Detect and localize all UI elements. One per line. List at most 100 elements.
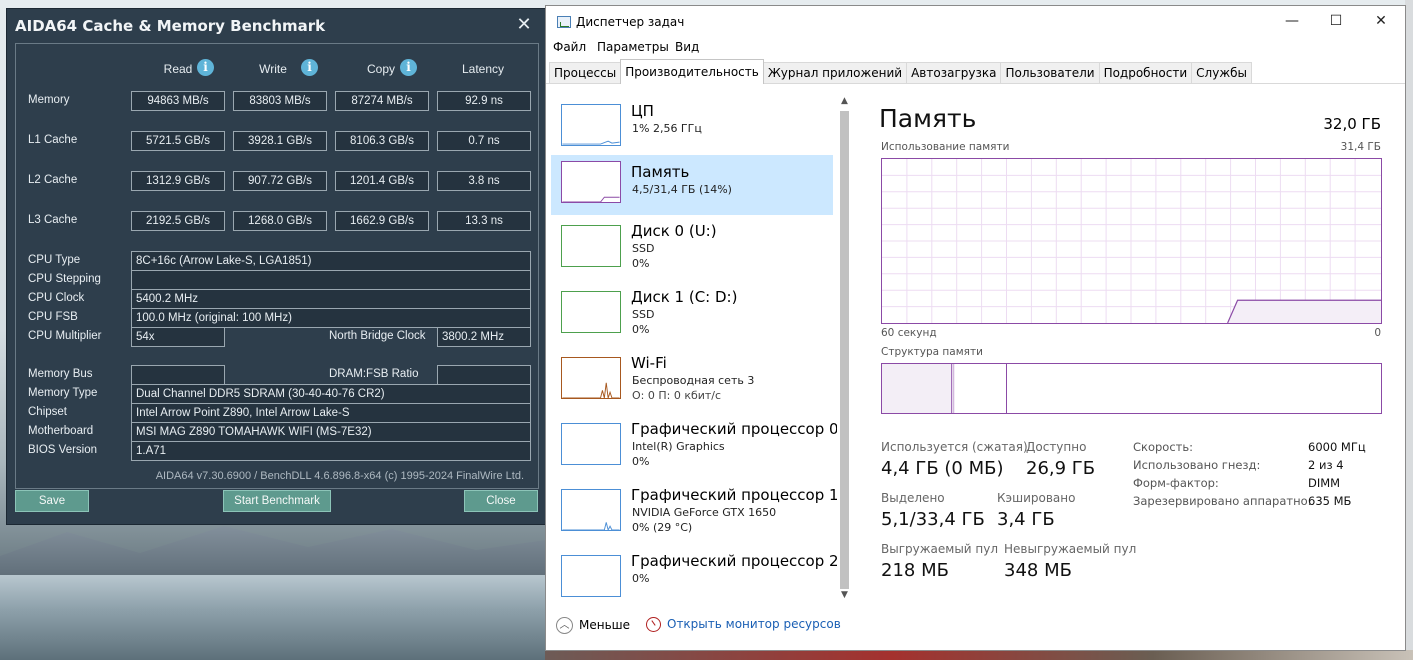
wallpaper-houses <box>545 650 1413 660</box>
read-info-icon[interactable]: i <box>197 59 214 76</box>
l1-read: 5721.5 GB/s <box>131 131 225 151</box>
open-resource-monitor-link[interactable]: Открыть монитор ресурсов <box>646 617 841 632</box>
motherboard-label: Motherboard <box>28 425 94 437</box>
available-value: 26,9 ГБ <box>1026 458 1096 479</box>
paged-pool-value: 218 МБ <box>881 560 949 581</box>
axis-right-label: 0 <box>1374 327 1381 339</box>
sidebar-gpu1-name: Графический процессор 1 <box>631 486 839 504</box>
gpu2-sparkline <box>561 555 621 597</box>
memory-usage-graph <box>881 158 1382 324</box>
spec-speed-value: 6000 МГц <box>1308 440 1366 454</box>
aida64-title: AIDA64 Cache & Memory Benchmark <box>15 17 326 35</box>
sidebar-gpu1-sub1: NVIDIA GeForce GTX 1650 <box>632 506 777 519</box>
col-latency: Latency <box>461 62 505 76</box>
l2-copy: 1201.4 GB/s <box>335 171 429 191</box>
sidebar-wifi-sub1: Беспроводная сеть 3 <box>632 374 755 387</box>
menu-file[interactable]: Файл <box>553 40 586 54</box>
memory-type-value: Dual Channel DDR5 SDRAM (30-40-40-76 CR2… <box>131 384 531 404</box>
memory-latency: 92.9 ns <box>437 91 531 111</box>
l3-read: 2192.5 GB/s <box>131 211 225 231</box>
tab-services[interactable]: Службы <box>1191 62 1253 84</box>
disk0-sparkline <box>561 225 621 267</box>
tab-startup[interactable]: Автозагрузка <box>906 62 1002 84</box>
page-title: Память <box>879 104 977 133</box>
sidebar-gpu1-sub2: 0% (29 °C) <box>632 521 693 534</box>
memory-bus-label: Memory Bus <box>28 368 93 380</box>
maximize-icon[interactable]: ☐ <box>1313 6 1359 36</box>
nb-clock-label: North Bridge Clock <box>329 330 426 342</box>
sidebar-wifi-sub2: О: 0 П: 0 кбит/с <box>632 389 722 402</box>
sidebar-item-gpu2[interactable]: Графический процессор 2 0% <box>551 549 839 599</box>
tab-users[interactable]: Пользователи <box>1000 62 1100 84</box>
disk1-sparkline <box>561 291 621 333</box>
close-icon[interactable]: ✕ <box>1358 6 1404 36</box>
row-label-l3: L3 Cache <box>28 214 78 226</box>
sidebar-item-cpu[interactable]: ЦП 1% 2,56 ГГц <box>551 98 833 158</box>
sidebar-scrollbar[interactable]: ▲ ▼ <box>837 96 852 604</box>
row-label-l2: L2 Cache <box>28 174 78 186</box>
minimize-icon[interactable]: — <box>1269 6 1315 36</box>
spec-slots-value: 2 из 4 <box>1308 458 1344 472</box>
scroll-up-icon[interactable]: ▲ <box>837 96 852 110</box>
motherboard-value: MSI MAG Z890 TOMAHAWK WIFI (MS-7E32) <box>131 422 531 442</box>
cpu-fsb-value: 100.0 MHz (original: 100 MHz) <box>131 308 531 328</box>
fewer-details-button[interactable]: ︿ Меньше <box>556 617 630 634</box>
committed-value: 5,1/33,4 ГБ <box>881 509 985 530</box>
l2-latency: 3.8 ns <box>437 171 531 191</box>
tab-performance[interactable]: Производительность <box>620 59 764 84</box>
tab-details[interactable]: Подробности <box>1098 62 1193 84</box>
task-manager-app-icon <box>557 16 571 28</box>
resource-monitor-icon <box>646 617 661 632</box>
spec-reserved-value: 635 МБ <box>1308 494 1352 508</box>
sidebar-disk1-sub2: 0% <box>632 323 650 336</box>
spec-form-label: Форм-фактор: <box>1133 476 1219 490</box>
cpu-stepping-value <box>131 270 531 290</box>
write-info-icon[interactable]: i <box>301 59 318 76</box>
cpu-multiplier-value: 54x <box>131 327 225 347</box>
nonpaged-pool-value: 348 МБ <box>1004 560 1072 581</box>
tab-bar: Процессы Производительность Журнал прило… <box>549 59 1253 84</box>
dram-fsb-value <box>437 365 531 385</box>
save-button[interactable]: Save <box>15 490 89 512</box>
bios-label: BIOS Version <box>28 444 98 456</box>
menu-options[interactable]: Параметры <box>597 40 669 54</box>
l1-copy: 8106.3 GB/s <box>335 131 429 151</box>
sidebar-gpu0-name: Графический процессор 0 <box>631 420 839 438</box>
sidebar-memory-name: Память <box>631 163 690 181</box>
row-label-memory: Memory <box>28 94 70 106</box>
resource-monitor-label: Открыть монитор ресурсов <box>667 617 841 631</box>
memory-bus-value <box>131 365 225 385</box>
wallpaper-water <box>0 575 560 660</box>
l2-read: 1312.9 GB/s <box>131 171 225 191</box>
cpu-clock-value: 5400.2 MHz <box>131 289 531 309</box>
sidebar-item-gpu1[interactable]: Графический процессор 1 NVIDIA GeForce G… <box>551 483 839 543</box>
sidebar-item-disk1[interactable]: Диск 1 (C: D:) SSD 0% <box>551 285 833 345</box>
chipset-value: Intel Arrow Point Z890, Intel Arrow Lake… <box>131 403 531 423</box>
tab-app-history[interactable]: Журнал приложений <box>762 62 908 84</box>
menu-view[interactable]: Вид <box>675 40 699 54</box>
close-button[interactable]: Close <box>464 490 538 512</box>
sidebar-gpu2-sub1: 0% <box>632 572 650 585</box>
sidebar-item-disk0[interactable]: Диск 0 (U:) SSD 0% <box>551 219 833 279</box>
copy-info-icon[interactable]: i <box>400 59 417 76</box>
tab-processes[interactable]: Процессы <box>549 62 622 84</box>
l3-copy: 1662.9 GB/s <box>335 211 429 231</box>
scroll-thumb[interactable] <box>840 111 849 589</box>
sidebar-item-wifi[interactable]: Wi-Fi Беспроводная сеть 3 О: 0 П: 0 кбит… <box>551 351 833 411</box>
memory-write: 83803 MB/s <box>233 91 327 111</box>
start-benchmark-button[interactable]: Start Benchmark <box>223 490 331 512</box>
fewer-details-label: Меньше <box>579 618 631 632</box>
bios-value: 1.A71 <box>131 441 531 461</box>
sidebar-item-memory[interactable]: Память 4,5/31,4 ГБ (14%) <box>551 155 833 215</box>
sidebar-item-gpu0[interactable]: Графический процессор 0 Intel(R) Graphic… <box>551 417 839 477</box>
sidebar-cpu-sub: 1% 2,56 ГГц <box>632 122 702 135</box>
aida64-version-footer: AIDA64 v7.30.6900 / BenchDLL 4.6.896.8-x… <box>155 470 524 482</box>
sidebar-gpu0-sub1: Intel(R) Graphics <box>632 440 725 453</box>
task-manager-title: Диспетчер задач <box>576 15 685 29</box>
aida64-close-icon[interactable]: ✕ <box>513 13 535 35</box>
l1-latency: 0.7 ns <box>437 131 531 151</box>
scroll-down-icon[interactable]: ▼ <box>837 590 852 604</box>
row-label-l1: L1 Cache <box>28 134 78 146</box>
memory-read: 94863 MB/s <box>131 91 225 111</box>
chipset-label: Chipset <box>28 406 67 418</box>
